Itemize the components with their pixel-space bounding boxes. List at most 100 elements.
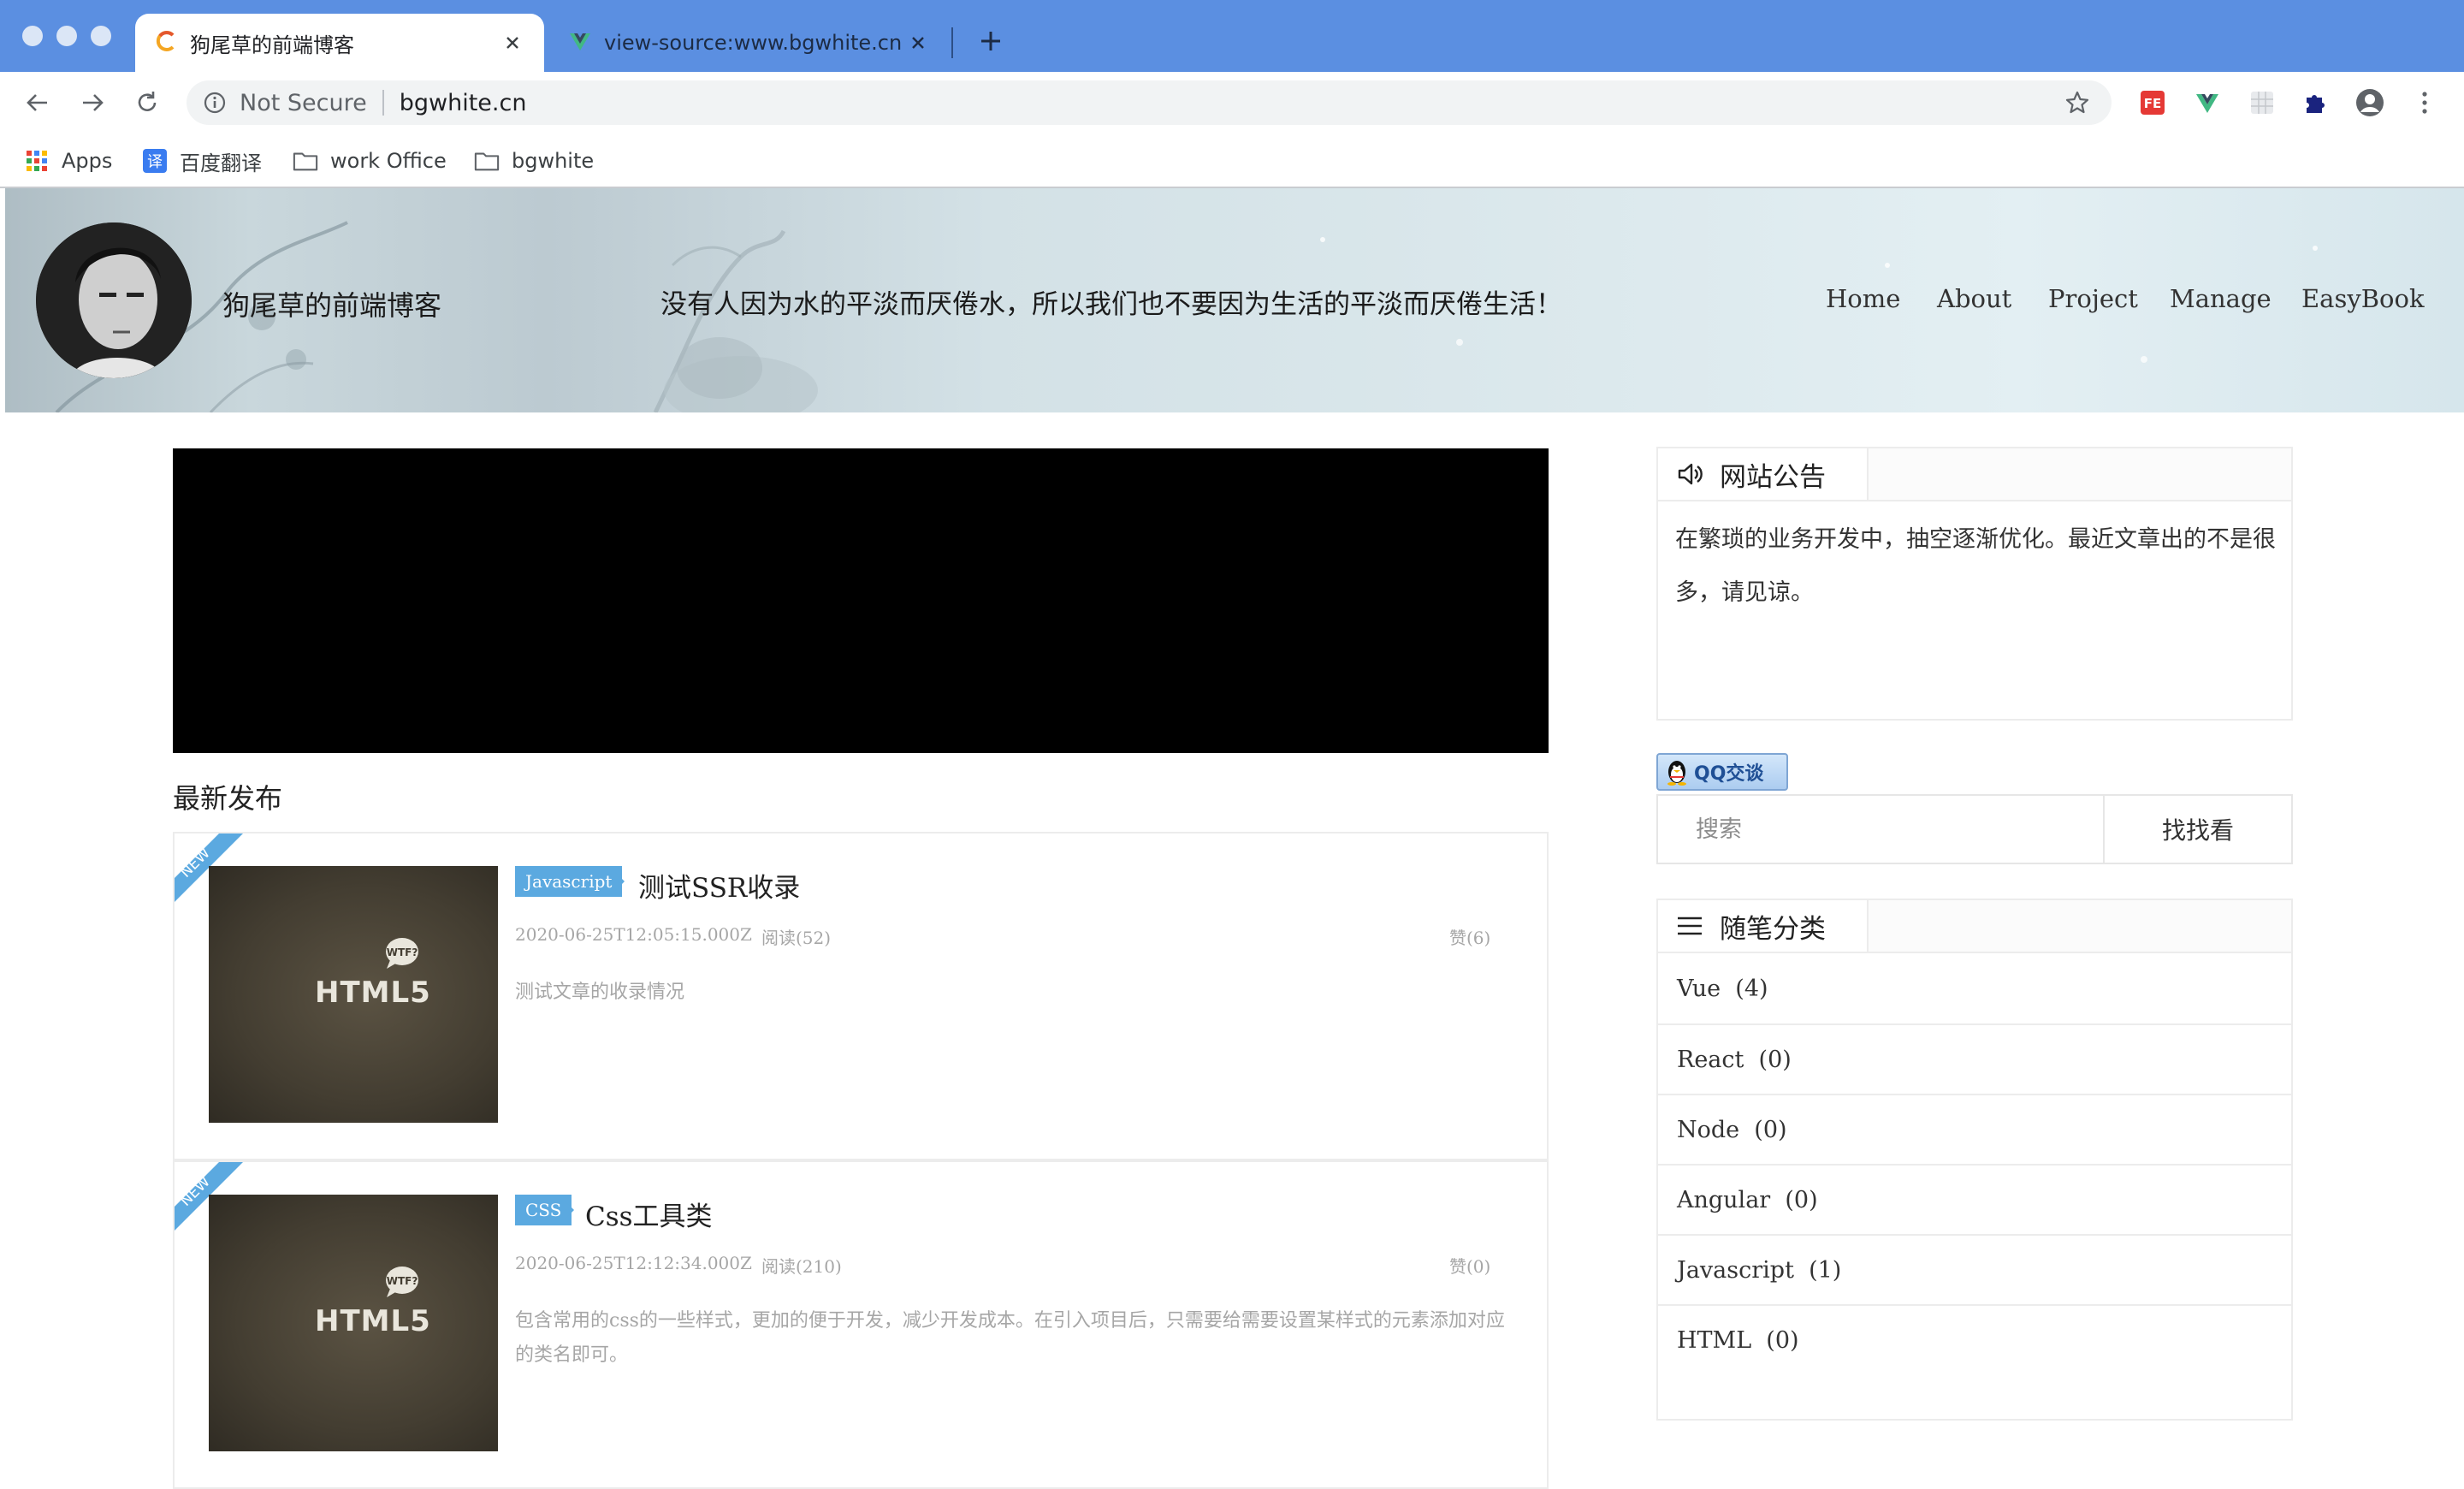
nav-home[interactable]: Home: [1826, 284, 1900, 313]
browser-toolbar: Not Secure bgwhite.cn FE: [0, 72, 2464, 133]
bookmark-bgwhite[interactable]: bgwhite: [474, 144, 594, 178]
new-tab-icon[interactable]: [974, 24, 1008, 58]
post-tag[interactable]: Javascript: [515, 866, 623, 897]
qq-chat-button[interactable]: QQ交谈: [1656, 753, 1788, 791]
puzzle-icon[interactable]: [2300, 87, 2331, 118]
post-reads: 阅读(52): [761, 928, 832, 948]
reload-icon[interactable]: [128, 84, 166, 122]
categories-title: 随笔分类: [1720, 913, 1826, 945]
profile-icon[interactable]: [2354, 87, 2385, 118]
window-minimize-control[interactable]: [56, 26, 77, 46]
bookmark-apps[interactable]: Apps: [24, 144, 112, 178]
post-likes[interactable]: 赞(0): [1449, 1253, 1490, 1278]
search-input[interactable]: [1658, 796, 2105, 863]
address-divider: [382, 90, 384, 116]
category-item-javascript[interactable]: Javascript (1): [1658, 1234, 2291, 1304]
categories-tab: 随笔分类: [1658, 900, 1869, 952]
qq-chat-label: QQ交谈: [1694, 763, 1764, 785]
tab-title: 狗尾草的前端博客: [190, 33, 354, 57]
extension-grid-icon[interactable]: [2247, 87, 2277, 118]
site-header: 狗尾草的前端博客 没有人因为水的平淡而厌倦水，所以我们也不要因为生活的平淡而厌倦…: [5, 188, 2464, 412]
folder-icon: [474, 148, 500, 174]
window-zoom-control[interactable]: [91, 26, 111, 46]
svg-text:WTF?: WTF?: [387, 1275, 418, 1287]
post-reads: 阅读(210): [761, 1256, 842, 1277]
nav-manage[interactable]: Manage: [2170, 284, 2272, 313]
category-item-html[interactable]: HTML (0): [1658, 1304, 2291, 1374]
post-excerpt: 测试文章的收录情况: [515, 982, 685, 1003]
url-text[interactable]: bgwhite.cn: [400, 90, 2060, 116]
speech-bubble-icon: WTF?: [386, 1267, 418, 1297]
svg-text:FE: FE: [2144, 96, 2162, 111]
category-list: Vue (4) React (0) Node (0) Angular (0) J…: [1658, 953, 2291, 1374]
fe-extension-icon[interactable]: FE: [2137, 87, 2168, 118]
notice-text: 在繁琐的业务开发中，抽空逐渐优化。最近文章出的不是很多，请见谅。: [1675, 526, 2276, 606]
bookmark-baidu-translate[interactable]: 译 百度翻译: [142, 144, 262, 178]
avatar[interactable]: [36, 222, 192, 378]
thumbnail-text: HTML5: [315, 976, 431, 1010]
categories-panel-header: 随笔分类: [1658, 900, 2291, 953]
nav-easybook[interactable]: EasyBook: [2301, 284, 2425, 313]
search-box: 找找看: [1656, 794, 2293, 864]
site-title[interactable]: 狗尾草的前端博客: [222, 284, 441, 323]
category-item-react[interactable]: React (0): [1658, 1023, 2291, 1094]
tab-title: view-source:www.bgwhite.cn: [604, 31, 903, 55]
thumbnail-text: HTML5: [315, 1304, 431, 1338]
bookmarks-bar: Apps 译 百度翻译 work Office bgwhite: [0, 133, 2464, 188]
nav-project[interactable]: Project: [2048, 284, 2138, 313]
post-title[interactable]: 测试SSR收录: [638, 866, 800, 905]
site-favicon-icon: [154, 29, 178, 56]
post-excerpt: 包含常用的css的一些样式，更加的便于开发，减少开发成本。在引入项目后，只需要给…: [515, 1310, 1505, 1366]
post-date: 2020-06-25T12:05:15.000Z: [515, 924, 752, 945]
svg-text:译: 译: [147, 153, 163, 171]
menu-dots-icon[interactable]: [2409, 87, 2440, 118]
post-date: 2020-06-25T12:12:34.000Z: [515, 1253, 752, 1273]
nav-about[interactable]: About: [1937, 284, 2011, 313]
post-card[interactable]: NEW WTF? HTML5 CSS Css工具类 2020-06-25T12:…: [173, 1160, 1549, 1489]
search-button[interactable]: 找找看: [2105, 796, 2291, 863]
categories-panel: 随笔分类 Vue (4) React (0) Node (0) Angular …: [1656, 899, 2293, 1421]
post-thumbnail[interactable]: WTF? HTML5: [209, 866, 498, 1123]
bookmark-label: 百度翻译: [180, 151, 262, 175]
tab-blog[interactable]: 狗尾草的前端博客: [135, 14, 544, 72]
vue-devtools-icon[interactable]: [2192, 87, 2223, 118]
site-motto: 没有人因为水的平淡而厌倦水，所以我们也不要因为生活的平淡而厌倦生活！: [660, 289, 1562, 320]
translate-icon: 译: [142, 148, 168, 174]
address-bar[interactable]: Not Secure bgwhite.cn: [187, 80, 2112, 125]
close-tab-icon[interactable]: [498, 28, 527, 57]
info-icon[interactable]: [202, 90, 228, 116]
bookmark-work-office[interactable]: work Office: [293, 144, 447, 178]
notice-panel: 网站公告 在繁琐的业务开发中，抽空逐渐优化。最近文章出的不是很多，请见谅。: [1656, 447, 2293, 721]
forward-icon[interactable]: [74, 84, 111, 122]
post-title[interactable]: Css工具类: [585, 1195, 713, 1233]
bookmark-label: Apps: [62, 149, 113, 173]
bookmark-star-icon[interactable]: [2060, 86, 2094, 120]
tab-separator: [951, 27, 953, 58]
post-thumbnail[interactable]: WTF? HTML5: [209, 1195, 498, 1451]
notice-panel-header: 网站公告: [1658, 448, 2291, 501]
window-close-control[interactable]: [22, 26, 43, 46]
bookmark-label: bgwhite: [512, 149, 595, 173]
category-item-node[interactable]: Node (0): [1658, 1094, 2291, 1164]
latest-posts-heading: 最新发布: [173, 782, 283, 815]
vue-favicon-icon: [568, 29, 592, 56]
back-icon[interactable]: [19, 84, 56, 122]
svg-text:WTF?: WTF?: [387, 946, 418, 958]
tag-arrow: [565, 1201, 574, 1219]
post-tag[interactable]: CSS: [515, 1195, 572, 1225]
category-item-angular[interactable]: Angular (0): [1658, 1164, 2291, 1234]
folder-icon: [293, 148, 318, 174]
banner-carousel[interactable]: [173, 448, 1549, 753]
speaker-icon: [1675, 460, 1704, 489]
close-tab-icon[interactable]: [903, 28, 933, 57]
tab-strip: 狗尾草的前端博客 view-source:www.bgwhite.cn: [0, 0, 2464, 72]
list-icon: [1675, 911, 1704, 940]
post-card[interactable]: NEW WTF? HTML5 Javascript 测试SSR收录 2020-0…: [173, 832, 1549, 1160]
post-likes[interactable]: 赞(6): [1449, 924, 1490, 949]
apps-grid-icon: [24, 148, 50, 174]
security-label: Not Secure: [240, 89, 367, 116]
tag-arrow: [615, 872, 625, 891]
bookmark-label: work Office: [330, 149, 447, 173]
tab-view-source[interactable]: view-source:www.bgwhite.cn: [554, 14, 950, 72]
category-item-vue[interactable]: Vue (4): [1658, 953, 2291, 1023]
